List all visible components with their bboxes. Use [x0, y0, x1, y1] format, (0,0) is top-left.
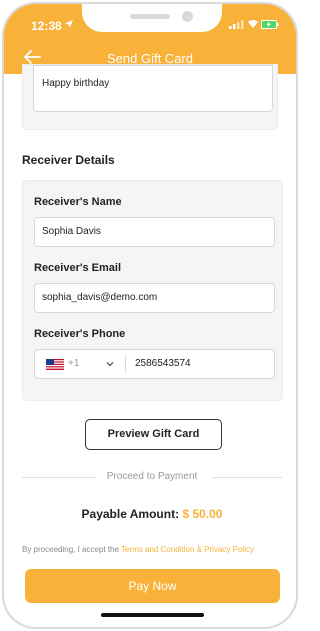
- terms-link[interactable]: Terms and Condition & Privacy Policy: [121, 545, 254, 554]
- wifi-icon: [248, 20, 258, 28]
- location-arrow-icon: [65, 20, 73, 28]
- message-textarea[interactable]: Happy birthday: [33, 65, 273, 112]
- status-time: 12:38: [31, 19, 62, 33]
- payable-label: Payable Amount:: [81, 507, 180, 521]
- message-card: Happy birthday: [22, 64, 278, 130]
- speaker-icon: [130, 14, 170, 19]
- battery-icon: [261, 20, 279, 29]
- receiver-email-label: Receiver's Email: [34, 262, 122, 274]
- receiver-phone-input: +1 2586543574: [34, 349, 275, 379]
- country-code[interactable]: +1: [68, 350, 79, 378]
- us-flag-icon: [46, 359, 64, 370]
- receiver-section-title: Receiver Details: [22, 153, 115, 167]
- phone-frame: 12:38 Send Gift Card Happy birthday Rece…: [2, 2, 298, 629]
- status-bar: 12:38: [4, 4, 296, 40]
- payable-amount: Payable Amount: $ 50.00: [4, 507, 296, 521]
- divider-right: [212, 477, 282, 478]
- receiver-details-card: Receiver's Name Sophia Davis Receiver's …: [22, 180, 283, 401]
- terms-text: By proceeding, I accept the Terms and Co…: [22, 545, 288, 554]
- phone-divider: [125, 355, 126, 373]
- terms-prefix: By proceeding, I accept the: [22, 545, 119, 554]
- receiver-email-input[interactable]: sophia_davis@demo.com: [34, 283, 275, 313]
- chevron-down-icon[interactable]: [106, 360, 114, 368]
- home-indicator: [101, 613, 204, 617]
- receiver-name-label: Receiver's Name: [34, 196, 122, 208]
- payable-value: $ 50.00: [182, 507, 223, 521]
- preview-gift-card-button[interactable]: Preview Gift Card: [85, 419, 222, 450]
- receiver-name-input[interactable]: Sophia Davis: [34, 217, 275, 247]
- phone-notch: [82, 4, 222, 32]
- phone-number-value[interactable]: 2586543574: [135, 350, 191, 378]
- camera-icon: [182, 11, 193, 22]
- receiver-phone-label: Receiver's Phone: [34, 328, 126, 340]
- pay-now-button[interactable]: Pay Now: [25, 569, 280, 603]
- signal-icon: [229, 20, 244, 29]
